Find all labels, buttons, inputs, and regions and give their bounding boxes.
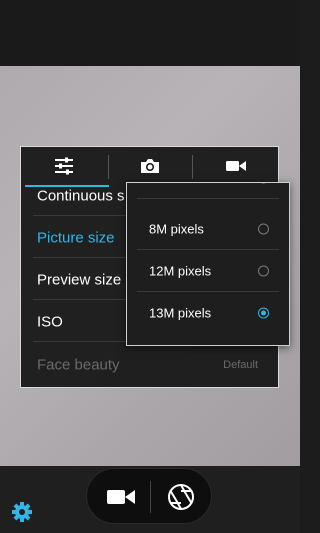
camera-icon: [141, 159, 159, 173]
option-label: 13M pixels: [149, 305, 212, 321]
settings-button[interactable]: [11, 501, 33, 523]
top-bar: [0, 0, 300, 66]
video-icon: [225, 161, 246, 171]
dropdown-option-13m[interactable]: 13M pixels: [127, 292, 289, 334]
radio-button[interactable]: [258, 265, 269, 277]
option-label: 8M pixels: [149, 221, 204, 237]
dropdown-option-8m[interactable]: 8M pixels: [127, 208, 289, 250]
shutter-button[interactable]: [161, 481, 201, 513]
setting-label: Face beauty: [37, 356, 120, 374]
gear-icon: [12, 502, 32, 522]
setting-row-face-beauty: Face beauty Default: [21, 345, 278, 385]
setting-label: Preview size: [37, 271, 122, 289]
setting-label: ISO: [37, 313, 63, 331]
capture-separator: [150, 481, 151, 513]
setting-label: Continuous s: [37, 187, 125, 205]
picture-size-dropdown: 8M pixels 12M pixels 13M pixels: [126, 182, 290, 346]
shutter-icon: [168, 484, 194, 510]
sliders-icon: [55, 157, 73, 175]
dropdown-option-12m[interactable]: 12M pixels: [127, 250, 289, 292]
setting-value: Default: [223, 359, 258, 371]
radio-button[interactable]: [258, 223, 269, 235]
dropdown-option[interactable]: [127, 183, 289, 199]
setting-label: Picture size: [37, 229, 115, 247]
capture-controls: [86, 468, 212, 524]
option-label: 12M pixels: [149, 263, 212, 279]
record-video-button[interactable]: [101, 483, 141, 511]
video-camera-icon: [107, 490, 135, 504]
radio-button[interactable]: [258, 183, 269, 184]
option-divider: [137, 198, 279, 199]
radio-button-selected[interactable]: [258, 307, 269, 319]
